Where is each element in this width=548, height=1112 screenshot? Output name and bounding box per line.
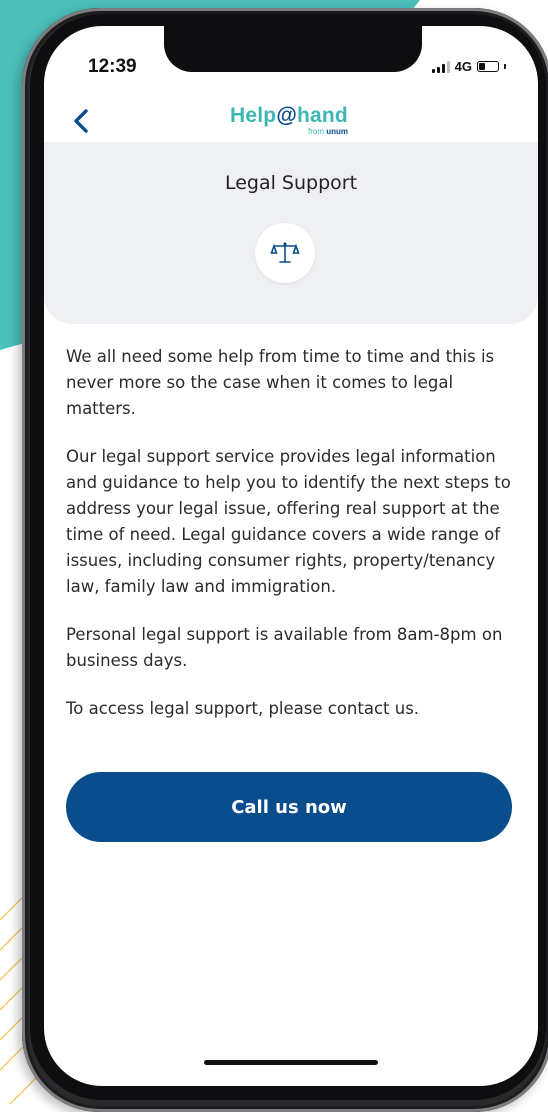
content-body: We all need some help from time to time … — [66, 344, 524, 744]
page-title: Legal Support — [224, 172, 358, 194]
battery-tip — [504, 64, 506, 69]
status-indicators: 4G — [431, 59, 506, 74]
service-icon-badge — [255, 223, 315, 283]
phone-screen: 12:39 4G Help@hand from unum Legal Suppo… — [44, 26, 538, 1086]
paragraph-hours: Personal legal support is available from… — [66, 625, 503, 670]
nav-bar: Help@hand from unum — [44, 98, 538, 144]
scales-icon — [270, 242, 300, 263]
home-indicator[interactable] — [204, 1060, 378, 1065]
status-time: 12:39 — [88, 56, 137, 77]
battery-icon — [477, 61, 499, 72]
logo-text: Help@hand — [230, 104, 348, 127]
signal-icon — [431, 60, 450, 73]
app-logo: Help@hand from unum — [230, 104, 370, 136]
paragraph-intro: We all need some help from time to time … — [66, 347, 495, 418]
notch — [164, 26, 422, 72]
header-panel: Legal Support — [44, 142, 538, 324]
network-label: 4G — [454, 59, 472, 74]
logo-subtitle: from unum — [308, 127, 349, 136]
chevron-left-icon — [74, 109, 88, 133]
paragraph-service: Our legal support service provides legal… — [66, 447, 511, 596]
call-us-now-button[interactable]: Call us now — [66, 772, 512, 842]
paragraph-contact: To access legal support, please contact … — [66, 699, 420, 718]
back-button[interactable] — [66, 104, 96, 138]
